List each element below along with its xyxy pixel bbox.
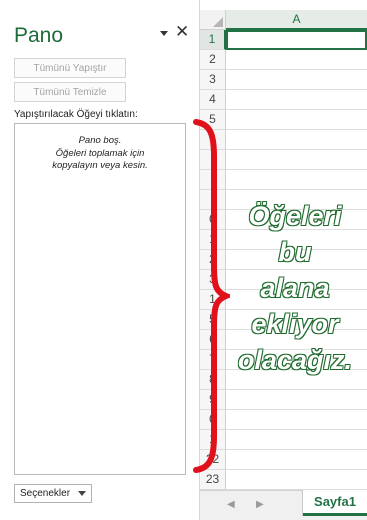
row-header[interactable]: 1 bbox=[200, 290, 226, 310]
row-header[interactable] bbox=[200, 150, 226, 170]
row-header[interactable] bbox=[200, 170, 226, 190]
row-header[interactable]: 23 bbox=[200, 470, 226, 490]
close-icon[interactable]: ✕ bbox=[175, 23, 189, 40]
row-header[interactable]: 2 bbox=[200, 250, 226, 270]
select-all-corner[interactable] bbox=[200, 10, 226, 30]
empty-message-line: Öğeleri toplamak için bbox=[55, 147, 145, 159]
empty-message-line: kopyalayın veya kesin. bbox=[52, 160, 148, 171]
clipboard-pane: Pano ✕ Tümünü Yapıştır Tümünü Temizle Ya… bbox=[0, 0, 199, 520]
options-button[interactable]: Seçenekler bbox=[14, 484, 92, 503]
row-header[interactable]: 4 bbox=[200, 90, 226, 110]
row-header[interactable]: 1 bbox=[200, 30, 226, 50]
sheet-tab[interactable]: Sayfa1 bbox=[303, 490, 367, 516]
row-header[interactable]: 0 bbox=[200, 410, 226, 430]
clear-all-button[interactable]: Tümünü Temizle bbox=[14, 82, 126, 102]
pane-options-dropdown-icon[interactable] bbox=[159, 28, 169, 38]
sheet-tab-bar: ◀ ▶ Sayfa1 bbox=[200, 490, 367, 520]
empty-message-line: Pano boş. bbox=[78, 135, 122, 146]
cell-grid[interactable] bbox=[226, 30, 367, 490]
row-header[interactable]: 9 bbox=[200, 390, 226, 410]
row-headers: 1 2 3 4 5 0 1 2 3 1 5 6 7 8 9 0 1 22 23 bbox=[200, 30, 226, 490]
empty-clipboard-message: Pano boş. Öğeleri toplamak için kopyalay… bbox=[15, 135, 185, 173]
row-header[interactable]: 1 bbox=[200, 430, 226, 450]
row-header[interactable]: 3 bbox=[200, 70, 226, 90]
row-header[interactable]: 5 bbox=[200, 110, 226, 130]
row-header[interactable]: 7 bbox=[200, 350, 226, 370]
clipboard-items-list[interactable]: Pano boş. Öğeleri toplamak için kopyalay… bbox=[14, 123, 186, 475]
row-header[interactable]: 3 bbox=[200, 270, 226, 290]
row-header[interactable]: 22 bbox=[200, 450, 226, 470]
scroll-right-icon[interactable]: ▶ bbox=[256, 499, 264, 510]
row-header[interactable] bbox=[200, 190, 226, 210]
row-header[interactable]: 0 bbox=[200, 210, 226, 230]
row-header[interactable]: 6 bbox=[200, 330, 226, 350]
row-header[interactable]: 5 bbox=[200, 310, 226, 330]
pane-title: Pano bbox=[14, 24, 64, 47]
options-label: Seçenekler bbox=[20, 488, 71, 499]
active-cell[interactable] bbox=[226, 30, 367, 50]
row-header[interactable] bbox=[200, 130, 226, 150]
chevron-down-icon bbox=[78, 491, 86, 496]
row-header[interactable]: 1 bbox=[200, 230, 226, 250]
row-header[interactable]: 2 bbox=[200, 50, 226, 70]
paste-all-button[interactable]: Tümünü Yapıştır bbox=[14, 58, 126, 78]
select-all-icon bbox=[213, 17, 223, 27]
spreadsheet-area: A 1 2 3 4 5 0 1 2 3 1 5 6 7 8 9 0 1 22 23 ◀ ▶ Sayfa1 bbox=[200, 0, 367, 520]
scroll-left-icon[interactable]: ◀ bbox=[227, 499, 235, 510]
paste-item-label: Yapıştırılacak Öğeyi tıklatın: bbox=[14, 109, 138, 120]
row-header[interactable]: 8 bbox=[200, 370, 226, 390]
column-header-a[interactable]: A bbox=[226, 10, 367, 30]
